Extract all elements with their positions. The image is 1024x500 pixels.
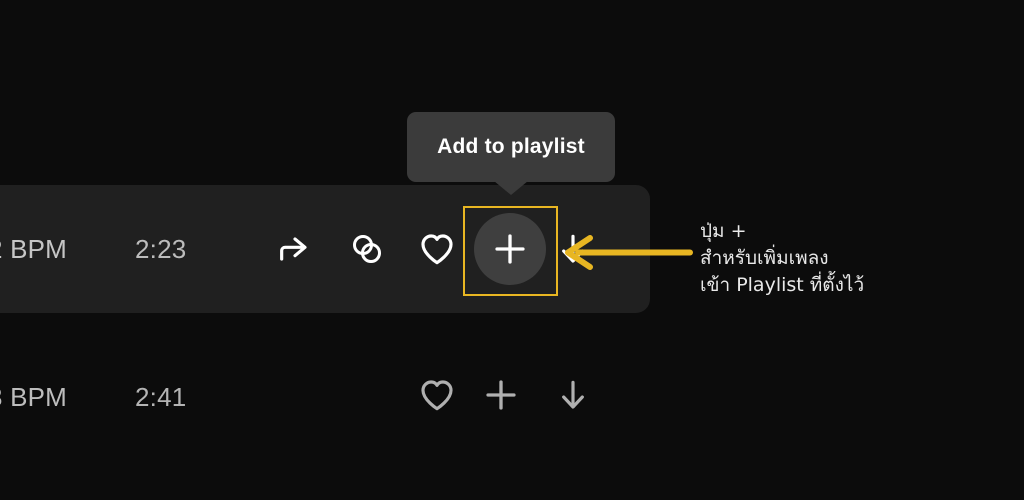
share-arrow-icon	[275, 229, 315, 269]
download-arrow-icon	[553, 375, 593, 415]
heart-icon	[417, 375, 457, 415]
annotation-callout: ปุ่ม + สำหรับเพิ่มเพลง เข้า Playlist ที่…	[700, 218, 864, 299]
track-duration: 2:23	[135, 233, 187, 264]
track-row[interactable]: 3 BPM 2:41	[0, 340, 650, 455]
annotation-line: เข้า Playlist ที่ตั้งไว้	[700, 274, 865, 296]
heart-icon	[417, 229, 457, 269]
overlapping-circles-icon	[347, 229, 387, 269]
app-screen: 2 BPM 2:23	[0, 0, 1024, 500]
like-button[interactable]	[410, 222, 464, 276]
add-to-playlist-button[interactable]	[474, 213, 546, 285]
plus-icon	[489, 228, 531, 270]
like-button[interactable]	[410, 368, 464, 422]
find-similar-button[interactable]	[340, 222, 394, 276]
add-to-playlist-button[interactable]	[474, 368, 528, 422]
download-button[interactable]	[546, 368, 600, 422]
download-arrow-icon	[553, 229, 593, 269]
annotation-line: สำหรับเพิ่มเพลง	[700, 247, 829, 269]
download-button[interactable]	[546, 222, 600, 276]
tooltip-label: Add to playlist	[437, 135, 585, 158]
track-row[interactable]: 2 BPM 2:23	[0, 185, 650, 313]
annotation-line: ปุ่ม +	[700, 220, 747, 242]
track-bpm: 2 BPM	[0, 233, 68, 264]
tooltip-pointer	[494, 181, 528, 195]
track-duration: 2:41	[135, 382, 187, 412]
plus-icon	[480, 374, 522, 416]
tooltip: Add to playlist	[407, 112, 615, 182]
track-bpm: 3 BPM	[0, 382, 68, 412]
share-button[interactable]	[268, 222, 322, 276]
